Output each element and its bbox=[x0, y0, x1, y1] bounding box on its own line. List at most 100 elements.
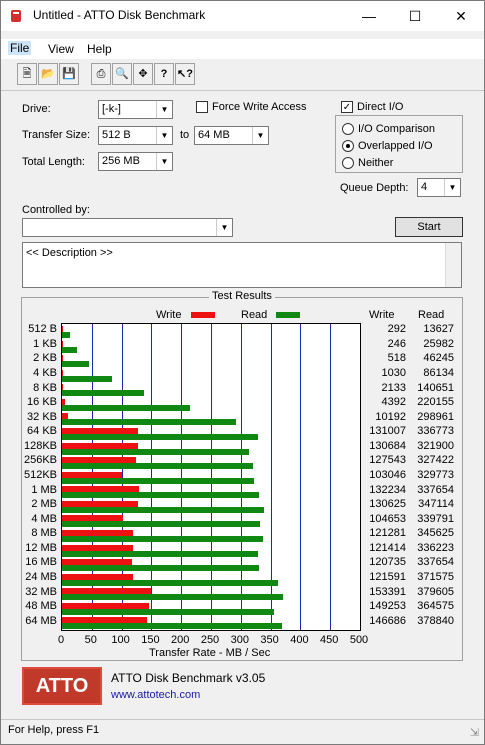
category-label: 8 MB bbox=[31, 527, 57, 540]
category-label: 32 MB bbox=[25, 585, 57, 598]
resize-grip-icon[interactable]: ⇲ bbox=[470, 726, 479, 739]
x-tick-label: 500 bbox=[349, 634, 369, 646]
x-tick-label: 450 bbox=[320, 634, 339, 646]
x-tick-label: 200 bbox=[171, 634, 190, 646]
menu-view[interactable]: View bbox=[48, 42, 74, 56]
write-value: 518 bbox=[387, 352, 406, 365]
read-value: 327422 bbox=[417, 454, 454, 467]
start-button[interactable]: Start bbox=[395, 217, 463, 237]
drive-select[interactable]: [-k-] ▼ bbox=[98, 100, 173, 119]
print-preview-icon[interactable]: 🔍 bbox=[112, 63, 132, 85]
transfer-to-value: 64 MB bbox=[198, 129, 230, 141]
read-bar bbox=[62, 434, 258, 440]
category-label: 64 MB bbox=[25, 614, 57, 627]
atto-logo-text: ATTO bbox=[35, 675, 89, 697]
category-label: 16 MB bbox=[25, 556, 57, 569]
app-icon bbox=[11, 10, 21, 22]
write-value: 127543 bbox=[369, 454, 406, 467]
product-version: ATTO Disk Benchmark v3.05 bbox=[111, 671, 266, 685]
open-icon[interactable]: 📂 bbox=[38, 63, 58, 85]
move-icon[interactable]: ✥ bbox=[133, 63, 153, 85]
menu-help[interactable]: Help bbox=[87, 42, 112, 56]
write-value: 121281 bbox=[369, 527, 406, 540]
x-tick-label: 400 bbox=[290, 634, 309, 646]
read-bar bbox=[62, 375, 113, 382]
write-value: 120735 bbox=[369, 556, 406, 569]
x-tick-label: 50 bbox=[84, 634, 97, 646]
x-tick-label: 150 bbox=[141, 634, 160, 646]
read-value: 339791 bbox=[417, 512, 454, 525]
category-label: 2 KB bbox=[33, 352, 57, 365]
read-bar bbox=[62, 536, 264, 542]
help-icon[interactable]: ? bbox=[154, 63, 174, 85]
read-value: 329773 bbox=[417, 469, 454, 481]
drive-value: [-k-] bbox=[102, 103, 121, 115]
chevron-down-icon: ▼ bbox=[156, 101, 172, 118]
transfer-size-label: Transfer Size: bbox=[22, 129, 91, 141]
category-label: 4 KB bbox=[33, 367, 57, 379]
legend-read-label: Read bbox=[241, 309, 268, 321]
read-bar bbox=[62, 477, 254, 484]
description-scrollbar[interactable] bbox=[445, 243, 461, 287]
read-value: 86134 bbox=[423, 367, 454, 379]
overlapped-io-radio[interactable] bbox=[342, 140, 354, 152]
read-value: 371575 bbox=[417, 571, 454, 583]
chevron-down-icon: ▼ bbox=[216, 219, 232, 236]
chevron-down-icon: ▼ bbox=[444, 179, 460, 196]
total-length-select[interactable]: 256 MB ▼ bbox=[98, 152, 173, 171]
controlled-by-select[interactable]: ▼ bbox=[22, 218, 233, 237]
category-label: 512 B bbox=[28, 323, 57, 336]
read-bar bbox=[62, 419, 236, 426]
write-value: 292 bbox=[387, 323, 406, 336]
x-tick-label: 100 bbox=[111, 634, 130, 646]
grid-line bbox=[300, 324, 301, 630]
read-value: 336223 bbox=[417, 541, 454, 554]
io-comparison-radio[interactable] bbox=[342, 123, 354, 135]
write-value: 130625 bbox=[369, 498, 406, 511]
read-value: 345625 bbox=[417, 527, 454, 540]
read-value: 337654 bbox=[417, 483, 454, 496]
read-value: 298961 bbox=[417, 410, 454, 423]
write-value: 146686 bbox=[369, 614, 406, 627]
category-label: 128KB bbox=[23, 439, 57, 452]
x-tick-label: 0 bbox=[57, 634, 65, 646]
read-value: 378840 bbox=[417, 614, 454, 627]
transfer-to-select[interactable]: 64 MB ▼ bbox=[194, 126, 269, 145]
read-bar bbox=[62, 332, 70, 338]
write-column-header: Write bbox=[369, 309, 395, 321]
neither-label: Neither bbox=[358, 157, 394, 169]
chevron-down-icon: ▼ bbox=[156, 127, 172, 144]
context-help-icon[interactable]: ↖? bbox=[175, 63, 195, 85]
chevron-down-icon: ▼ bbox=[252, 127, 268, 144]
category-label: 64 KB bbox=[27, 425, 57, 438]
new-icon[interactable]: 🗎 bbox=[17, 63, 37, 85]
total-length-value: 256 MB bbox=[102, 155, 140, 167]
description-field[interactable]: << Description >> bbox=[22, 242, 462, 288]
queue-depth-select[interactable]: 4 ▼ bbox=[417, 178, 461, 197]
close-button[interactable]: ✕ bbox=[438, 1, 484, 31]
read-bar bbox=[62, 492, 259, 499]
category-label: 48 MB bbox=[25, 600, 57, 613]
window-title: Untitled - ATTO Disk Benchmark bbox=[33, 8, 206, 22]
transfer-from-select[interactable]: 512 B ▼ bbox=[98, 126, 173, 145]
menu-file[interactable]: File bbox=[8, 41, 32, 55]
save-icon[interactable]: 💾 bbox=[59, 63, 79, 85]
minimize-button[interactable]: — bbox=[346, 1, 392, 31]
controlled-by-label: Controlled by: bbox=[22, 204, 90, 216]
direct-io-checkbox[interactable]: ✓ bbox=[341, 101, 353, 113]
category-label: 256KB bbox=[23, 454, 57, 467]
category-label: 16 KB bbox=[27, 396, 57, 409]
read-bar bbox=[62, 608, 275, 615]
title-bar: Untitled - ATTO Disk Benchmark — ☐ ✕ bbox=[1, 1, 484, 31]
maximize-button[interactable]: ☐ bbox=[392, 1, 438, 31]
legend-write-label: Write bbox=[156, 309, 182, 321]
read-bar bbox=[62, 448, 250, 455]
read-bar bbox=[62, 594, 283, 601]
read-value: 321900 bbox=[417, 439, 454, 452]
website-link[interactable]: www.attotech.com bbox=[111, 689, 200, 701]
neither-radio[interactable] bbox=[342, 157, 354, 169]
force-write-access-checkbox[interactable] bbox=[196, 101, 208, 113]
category-label: 4 MB bbox=[31, 512, 57, 525]
write-value: 130684 bbox=[369, 439, 406, 452]
print-icon[interactable]: ⎙ bbox=[91, 63, 111, 85]
